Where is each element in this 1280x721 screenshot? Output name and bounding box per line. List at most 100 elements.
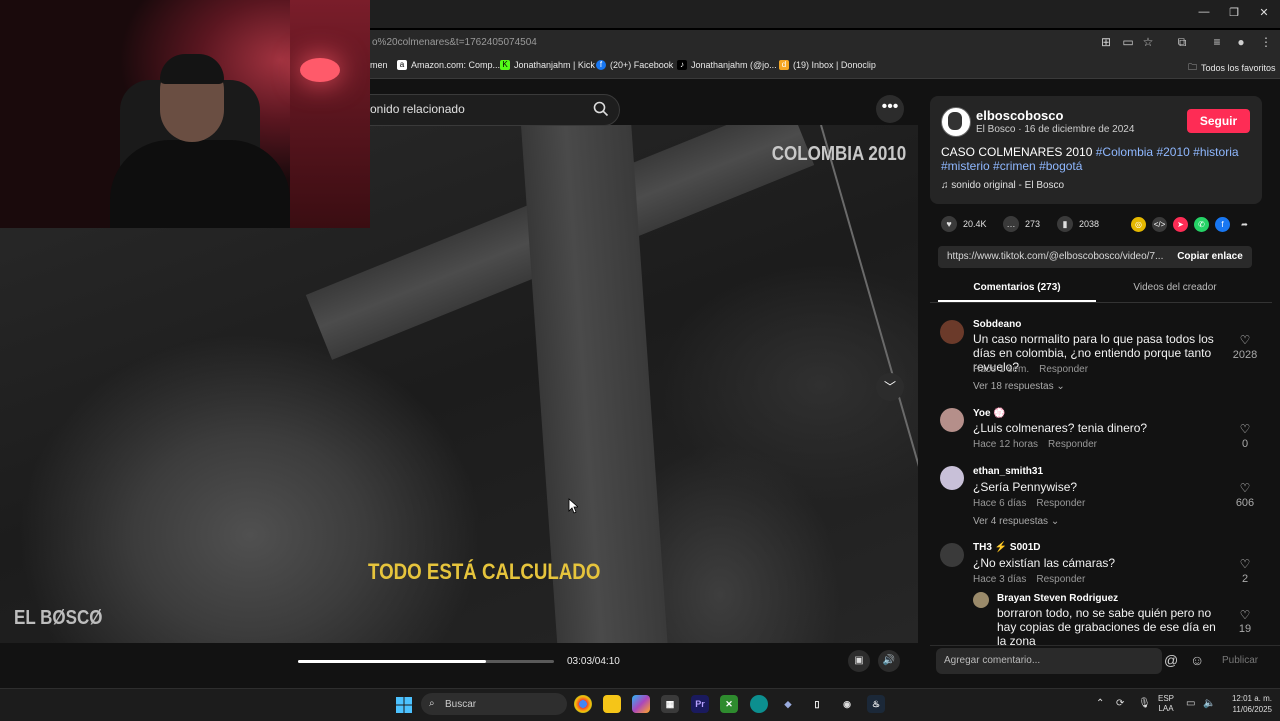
view-replies[interactable]: Ver 4 respuestas ⌄ <box>973 516 1059 527</box>
document-icon[interactable]: ▯ <box>808 695 826 713</box>
video-description: CASO COLMENARES 2010 #Colombia #2010 #hi… <box>941 145 1251 173</box>
url-text[interactable]: o%20colmenares&t=1762405074504 <box>372 37 537 48</box>
hashtag-link[interactable]: #Colombia <box>1096 145 1153 159</box>
bookmark-item[interactable]: a Amazon.com: Comp... <box>397 60 500 70</box>
comment-avatar[interactable] <box>940 320 964 344</box>
publish-button[interactable]: Publicar <box>1222 655 1258 666</box>
share-arrow-icon[interactable]: ➦ <box>1237 217 1252 232</box>
comment-like-icon[interactable]: ♡ <box>1238 481 1252 495</box>
cast-icon[interactable]: ▭ <box>1120 34 1136 50</box>
comment-username[interactable]: Yoe 💮 <box>973 408 1006 419</box>
view-replies[interactable]: Ver 18 respuestas ⌄ <box>973 381 1065 392</box>
pip-icon[interactable]: ▣ <box>848 650 870 672</box>
search-text[interactable]: onido relacionado <box>370 102 465 116</box>
search-icon[interactable] <box>592 100 610 118</box>
video-link[interactable]: https://www.tiktok.com/@elboscobosco/vid… <box>947 251 1163 262</box>
bookmark-item[interactable]: d (19) Inbox | Donoclip <box>779 60 876 70</box>
more-options-button[interactable]: ••• <box>876 95 904 123</box>
star-icon[interactable]: ☆ <box>1140 34 1156 50</box>
hashtag-link[interactable]: #crimen <box>993 159 1036 173</box>
follow-button[interactable]: Seguir <box>1187 109 1250 133</box>
comment-like-icon[interactable]: ♡ <box>1238 557 1252 571</box>
hashtag-link[interactable]: #bogotá <box>1039 159 1082 173</box>
reply-username[interactable]: Brayan Steven Rodriguez <box>997 593 1118 604</box>
xbox-icon[interactable]: ✕ <box>720 695 738 713</box>
store-icon[interactable]: ▦ <box>661 695 679 713</box>
obs-icon[interactable]: ◉ <box>838 695 856 713</box>
copilot-icon[interactable] <box>632 695 650 713</box>
all-favorites[interactable]: 🗀 Todos los favoritos <box>1188 60 1276 76</box>
comment-username[interactable]: TH3 ⚡ S001D <box>973 542 1040 553</box>
app-icon[interactable]: ◆ <box>779 695 797 713</box>
volume-icon[interactable]: 🔊 <box>878 650 900 672</box>
bookmark-item[interactable]: men <box>370 60 388 70</box>
mention-icon[interactable]: @ <box>1164 652 1178 668</box>
comment-username[interactable]: Sobdeano <box>973 319 1021 330</box>
bookmark-icon: ▮ <box>1057 216 1073 232</box>
translate-icon[interactable]: ⊞ <box>1098 34 1114 50</box>
reply-button[interactable]: Responder <box>1036 574 1085 585</box>
hashtag-link[interactable]: #misterio <box>941 159 990 173</box>
extensions-icon[interactable]: ⧉ <box>1174 34 1190 50</box>
copy-link-button[interactable]: Copiar enlace <box>1168 246 1252 268</box>
whatsapp-icon[interactable]: ✆ <box>1194 217 1209 232</box>
send-icon[interactable]: ➤ <box>1173 217 1188 232</box>
facebook-share-icon[interactable]: f <box>1215 217 1230 232</box>
taskbar-search[interactable] <box>421 693 567 715</box>
reply-button[interactable]: Responder <box>1036 498 1085 509</box>
edge-icon[interactable] <box>750 695 768 713</box>
save-button[interactable]: ▮ 2038 <box>1057 216 1099 232</box>
maximize-button[interactable]: ❐ <box>1224 6 1244 19</box>
hashtag-link[interactable]: #2010 <box>1156 145 1189 159</box>
tab-creator-videos[interactable]: Videos del creador <box>1096 282 1254 293</box>
reply-button[interactable]: Responder <box>1048 439 1097 450</box>
creator-username[interactable]: elboscobosco <box>976 108 1063 123</box>
comment-placeholder[interactable]: Agregar comentario... <box>944 655 1040 666</box>
like-button[interactable]: ♥ 20.4K <box>941 216 987 232</box>
premiere-icon[interactable]: Pr <box>691 695 709 713</box>
bookmark-item[interactable]: ♪ Jonathanjahm (@jo... <box>677 60 777 70</box>
comment-time: Hace 12 horas <box>973 439 1039 450</box>
comment-like-icon[interactable]: ♡ <box>1238 422 1252 436</box>
network-icon[interactable]: ▭ <box>1186 698 1195 709</box>
comment-username[interactable]: ethan_smith31 <box>973 466 1043 477</box>
bookmark-item[interactable]: K Jonathanjahm | Kick <box>500 60 595 70</box>
comment-meta: Hace 6 días Responder <box>973 498 1085 509</box>
reply-button[interactable]: Responder <box>1039 364 1088 375</box>
hashtag-link[interactable]: #historia <box>1193 145 1238 159</box>
file-explorer-icon[interactable] <box>603 695 621 713</box>
comment-icon: … <box>1003 216 1019 232</box>
close-button[interactable]: ✕ <box>1254 6 1274 19</box>
sound-link[interactable]: ♫ sonido original - El Bosco <box>941 180 1064 191</box>
tray-chevron-icon[interactable]: ⌃ <box>1096 698 1104 709</box>
heart-icon: ♥ <box>941 216 957 232</box>
steam-icon[interactable]: ♨ <box>867 695 885 713</box>
profile-icon[interactable]: ● <box>1233 34 1249 50</box>
comment-avatar[interactable] <box>940 543 964 567</box>
comment-like-icon[interactable]: ♡ <box>1238 333 1252 347</box>
tab-comments[interactable]: Comentarios (273) <box>938 282 1096 293</box>
media-control-icon[interactable]: ≡ <box>1209 34 1225 50</box>
clock[interactable]: 12:01 a. m. 11/06/2025 <box>1222 693 1272 715</box>
comment-avatar[interactable] <box>940 408 964 432</box>
microphone-icon[interactable]: 🎙 <box>1138 698 1151 709</box>
sync-icon[interactable]: ⟳ <box>1116 698 1124 709</box>
comment-avatar[interactable] <box>940 466 964 490</box>
volume-tray-icon[interactable]: 🔈 <box>1203 698 1215 709</box>
emoji-icon[interactable]: ☺ <box>1190 652 1204 668</box>
code-icon[interactable]: </> <box>1152 217 1167 232</box>
bookmark-item[interactable]: f (20+) Facebook <box>596 60 673 70</box>
comment-button[interactable]: … 273 <box>1003 216 1040 232</box>
chrome-icon[interactable] <box>574 695 592 713</box>
reply-avatar[interactable] <box>973 592 989 608</box>
minimize-button[interactable]: — <box>1194 6 1214 18</box>
chevron-down-icon[interactable]: ﹀ <box>876 373 904 401</box>
taskbar-search-label[interactable]: Buscar <box>445 699 476 710</box>
embed-icon[interactable]: ◎ <box>1131 217 1146 232</box>
video-caption: TODO ESTÁ CALCULADO <box>368 559 601 584</box>
windows-start-icon[interactable] <box>396 697 412 713</box>
folder-icon: 🗀 <box>1188 62 1198 72</box>
comment-like-icon[interactable]: ♡ <box>1238 608 1252 622</box>
language-indicator[interactable]: ESP LAA <box>1158 694 1174 714</box>
menu-icon[interactable]: ⋮ <box>1258 34 1274 50</box>
